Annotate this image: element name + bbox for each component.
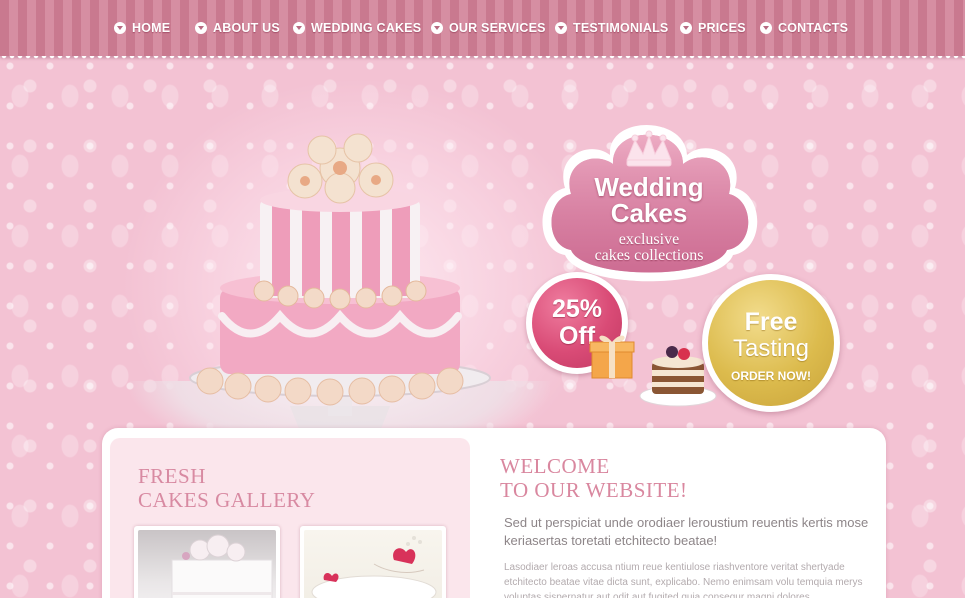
- nav-item-label: OUR SERVICES: [449, 21, 546, 35]
- welcome-title-line2: TO OUR WEBSITE!: [500, 478, 688, 502]
- badge-subtitle-line2: cakes collections: [594, 247, 704, 264]
- nav-item-label: HOME: [132, 21, 171, 35]
- free-tasting-line1: Free: [744, 308, 798, 336]
- chevron-down-icon: [431, 22, 443, 34]
- badge-subtitle-line1: exclusive: [618, 231, 680, 248]
- nav-item-prices[interactable]: PRICES: [680, 18, 746, 38]
- free-tasting-circle: Free Tasting ORDER NOW!: [708, 280, 834, 406]
- nav-item-label: TESTIMONIALS: [573, 21, 669, 35]
- gallery-thumbnail[interactable]: [300, 526, 446, 598]
- nav-item-about-us[interactable]: ABOUT US: [195, 18, 280, 38]
- gift-box-icon: [589, 335, 635, 379]
- chevron-down-icon: [195, 22, 207, 34]
- gallery-thumbnail[interactable]: [134, 526, 280, 598]
- welcome-title-line1: WELCOME: [500, 454, 610, 478]
- gallery-thumbnail-image: [138, 530, 276, 598]
- nav-item-label: WEDDING CAKES: [311, 21, 422, 35]
- order-now-link[interactable]: ORDER NOW!: [708, 369, 834, 383]
- crown-icon: [626, 130, 672, 167]
- free-tasting-badge[interactable]: Free Tasting ORDER NOW!: [702, 274, 840, 412]
- gallery-title-line1: FRESH: [138, 464, 206, 488]
- wedding-cake-illustration: [189, 133, 491, 444]
- badge-title-line2: Cakes: [610, 198, 688, 228]
- rose-cake-photo: [311, 536, 437, 598]
- nav-item-label: CONTACTS: [778, 21, 849, 35]
- nav-item-label: PRICES: [698, 21, 746, 35]
- nav-menu: HOME ABOUT US WEDDING CAKES OUR SERVICES…: [0, 0, 965, 56]
- wedding-cakes-badge: Wedding Cakes exclusive cakes collection…: [535, 100, 763, 290]
- nav-item-contacts[interactable]: CONTACTS: [760, 18, 848, 38]
- gallery-title-line2: CAKES GALLERY: [138, 488, 316, 512]
- gallery-section: FRESH CAKES GALLERY: [110, 438, 470, 598]
- chevron-down-icon: [680, 22, 692, 34]
- top-navigation-bar: HOME ABOUT US WEDDING CAKES OUR SERVICES…: [0, 0, 965, 60]
- nav-item-home[interactable]: HOME: [114, 18, 170, 38]
- chevron-down-icon: [114, 22, 126, 34]
- gallery-thumbnail-image: [304, 530, 442, 598]
- badge-title-line1: Wedding: [594, 172, 704, 202]
- nav-item-testimonials[interactable]: TESTIMONIALS: [555, 18, 668, 38]
- content-panel: FRESH CAKES GALLERY WELCOME TO OUR WEBSI…: [102, 428, 886, 598]
- welcome-lead-text: Sed ut perspiciat unde orodiaer lerousti…: [504, 515, 869, 548]
- chevron-down-icon: [760, 22, 772, 34]
- nav-item-label: ABOUT US: [213, 21, 280, 35]
- white-cake-photo: [171, 534, 273, 598]
- nav-item-our-services[interactable]: OUR SERVICES: [431, 18, 546, 38]
- nav-item-wedding-cakes[interactable]: WEDDING CAKES: [293, 18, 421, 38]
- welcome-body-text: Lasodiaer leroas accusa ntium reue kenti…: [504, 562, 863, 598]
- discount-percent: 25%: [551, 295, 603, 323]
- chevron-down-icon: [555, 22, 567, 34]
- free-tasting-line2: Tasting: [732, 335, 810, 362]
- wedding-cake-image: [180, 76, 500, 446]
- chevron-down-icon: [293, 22, 305, 34]
